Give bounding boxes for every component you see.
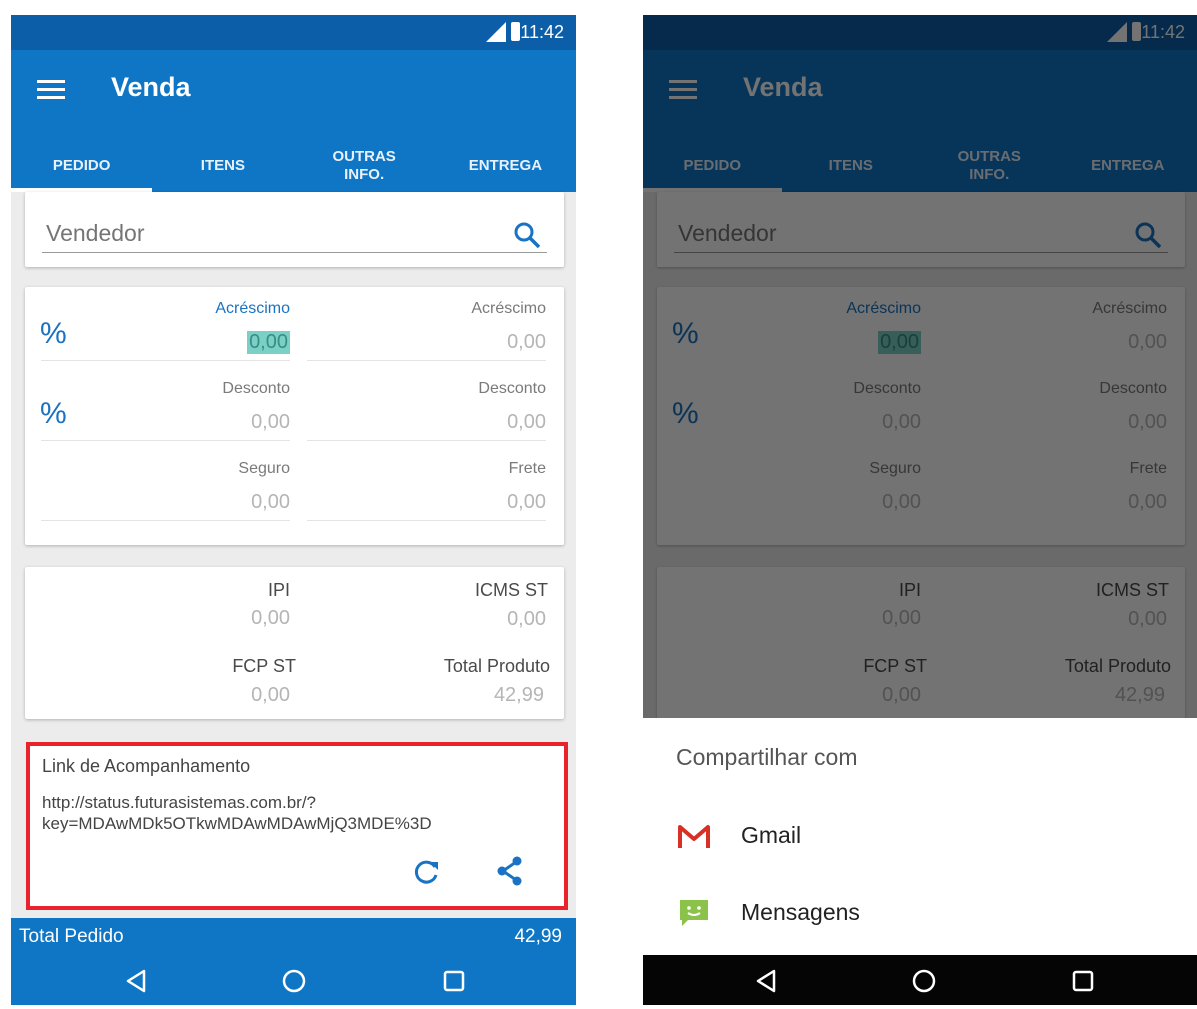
battery-icon bbox=[511, 22, 520, 41]
taxes-card: IPI 0,00 ICMS ST 0,00 FCP ST 0,00 Total … bbox=[25, 567, 564, 719]
seguro-label: Seguro bbox=[238, 460, 290, 477]
system-nav-bar bbox=[643, 955, 1197, 1005]
ipi-value: 0,00 bbox=[251, 607, 290, 629]
frete-field[interactable]: 0,00 bbox=[507, 491, 546, 514]
back-icon[interactable] bbox=[123, 968, 149, 994]
acrescimo-pct-label: Acréscimo bbox=[215, 300, 290, 317]
search-icon[interactable] bbox=[513, 221, 541, 249]
tracking-link-card: Link de Acompanhamento http://status.fut… bbox=[26, 742, 568, 910]
system-nav-bar bbox=[11, 955, 576, 1005]
percent-icon: % bbox=[40, 317, 67, 350]
icms-st-label: ICMS ST bbox=[474, 580, 548, 600]
frete-label: Frete bbox=[508, 460, 546, 477]
tracking-link-url[interactable]: http://status.futurasistemas.com.br/? ke… bbox=[42, 792, 432, 834]
share-option-label: Mensagens bbox=[741, 899, 860, 925]
ipi-label: IPI bbox=[267, 580, 290, 600]
share-option-messages[interactable]: Mensagens bbox=[673, 895, 1073, 935]
acrescimo-label: Acréscimo bbox=[471, 300, 546, 317]
home-icon[interactable] bbox=[281, 968, 307, 994]
total-pedido-value: 42,99 bbox=[514, 926, 562, 947]
percent-icon: % bbox=[40, 397, 67, 430]
home-icon[interactable] bbox=[911, 968, 937, 994]
desconto-pct-label: Desconto bbox=[222, 380, 290, 397]
acrescimo-field[interactable]: 0,00 bbox=[507, 331, 546, 354]
share-option-label: Gmail bbox=[741, 822, 802, 848]
acrescimo-pct-field[interactable]: 0,00 bbox=[247, 331, 290, 354]
adjustments-card: % % Acréscimo 0,00 Acréscimo 0,00 Descon… bbox=[25, 287, 564, 545]
desconto-field[interactable]: 0,00 bbox=[507, 411, 546, 434]
app-bar: Venda PEDIDO ITENS OUTRAS INFO. ENTREGA bbox=[11, 50, 576, 192]
gmail-icon bbox=[678, 825, 710, 848]
page-title: Venda bbox=[111, 72, 191, 102]
tab-outras-info[interactable]: OUTRAS INFO. bbox=[294, 140, 435, 192]
menu-icon[interactable] bbox=[37, 80, 65, 100]
tab-entrega[interactable]: ENTREGA bbox=[435, 140, 576, 192]
recents-icon[interactable] bbox=[441, 968, 467, 994]
total-produto-label: Total Produto bbox=[443, 656, 550, 676]
vendedor-placeholder: Vendedor bbox=[46, 220, 145, 246]
vendedor-input[interactable]: Vendedor bbox=[42, 216, 547, 253]
share-option-gmail[interactable]: Gmail bbox=[673, 818, 1073, 858]
clock: 11:42 bbox=[520, 22, 564, 42]
tab-itens[interactable]: ITENS bbox=[152, 140, 293, 192]
refresh-icon[interactable] bbox=[414, 859, 440, 885]
modal-scrim[interactable] bbox=[643, 15, 1197, 718]
share-icon[interactable] bbox=[496, 856, 524, 886]
messages-icon bbox=[680, 900, 708, 926]
phone-screen-share: 11:42 Venda PEDIDO ITENS OUTRAS INFO. EN… bbox=[643, 15, 1197, 1005]
total-produto-value: 42,99 bbox=[493, 684, 544, 706]
order-total-bar: Total Pedido 42,99 bbox=[11, 918, 576, 955]
desconto-pct-field[interactable]: 0,00 bbox=[251, 411, 290, 434]
share-sheet-title: Compartilhar com bbox=[676, 744, 858, 770]
tracking-link-title: Link de Acompanhamento bbox=[42, 756, 251, 776]
fcp-st-label: FCP ST bbox=[232, 656, 296, 676]
vendedor-card: Vendedor bbox=[25, 192, 564, 267]
total-pedido-label: Total Pedido bbox=[19, 926, 124, 947]
recents-icon[interactable] bbox=[1070, 968, 1096, 994]
fcp-st-value: 0,00 bbox=[251, 684, 290, 706]
tab-pedido[interactable]: PEDIDO bbox=[11, 140, 153, 192]
icms-st-value: 0,00 bbox=[507, 608, 546, 630]
share-sheet: Compartilhar com Gmail Mensagens bbox=[643, 718, 1197, 955]
status-bar: 11:42 bbox=[11, 15, 576, 50]
tracking-link-url-line2: key=MDAwMDk5OTkwMDAwMDAwMjQ3MDE%3D bbox=[42, 814, 432, 833]
tab-bar: PEDIDO ITENS OUTRAS INFO. ENTREGA bbox=[11, 140, 576, 192]
back-icon[interactable] bbox=[753, 968, 779, 994]
tracking-link-url-line1: http://status.futurasistemas.com.br/? bbox=[42, 793, 317, 812]
tab-outras-info-label: OUTRAS INFO. bbox=[332, 148, 396, 183]
signal-icon bbox=[486, 22, 506, 42]
phone-screen-order: 11:42 Venda PEDIDO ITENS OUTRAS INFO. EN… bbox=[11, 15, 576, 1005]
seguro-field[interactable]: 0,00 bbox=[251, 491, 290, 514]
desconto-label: Desconto bbox=[478, 380, 546, 397]
